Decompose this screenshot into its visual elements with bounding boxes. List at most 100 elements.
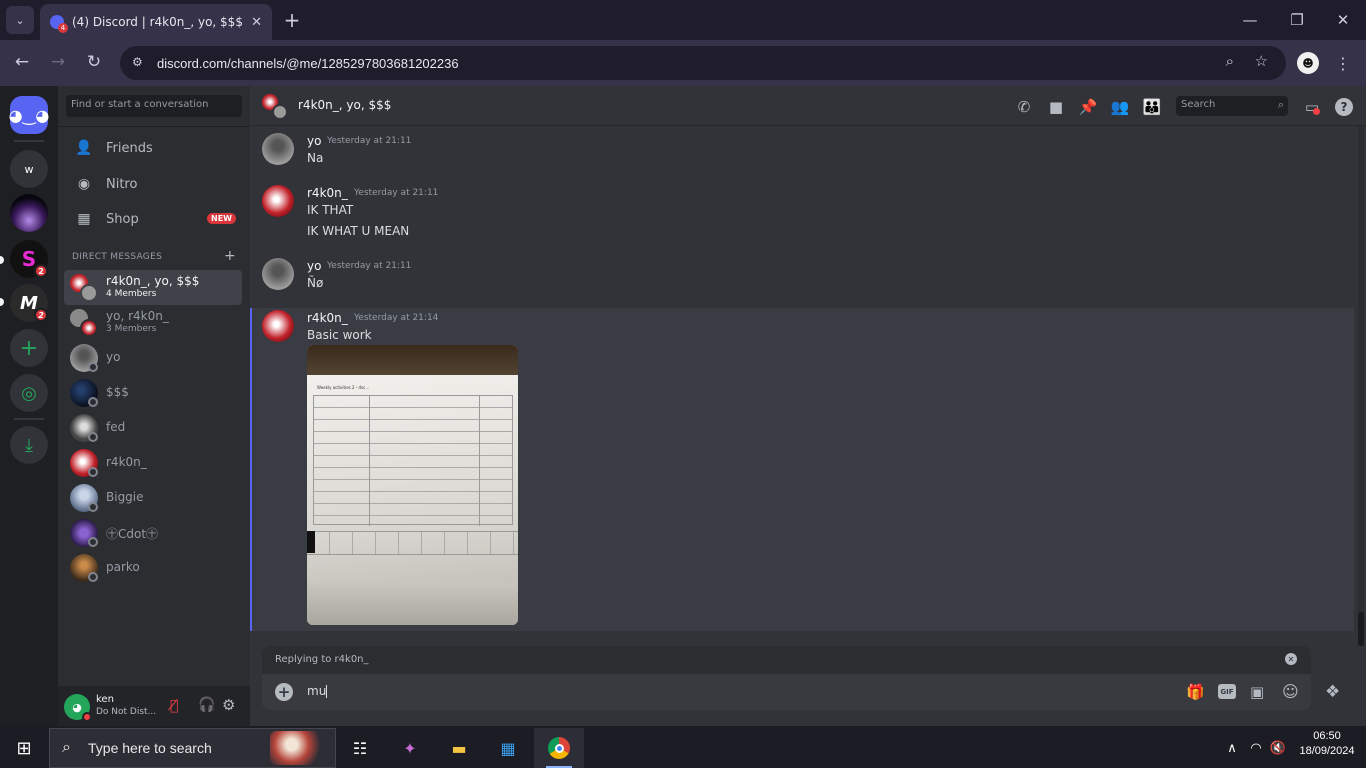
- nav-label: Nitro: [106, 176, 138, 192]
- discord-home-button[interactable]: ◕‿◕: [8, 96, 50, 134]
- address-bar[interactable]: ⚙ discord.com/channels/@me/1285297803681…: [120, 46, 1286, 80]
- taskbar-search-placeholder: Type here to search: [88, 740, 212, 756]
- gif-icon: GIF: [1220, 687, 1234, 696]
- server-icon-s[interactable]: S 2: [10, 240, 48, 278]
- help-button[interactable]: ?: [1333, 96, 1355, 118]
- restore-button[interactable]: ❐: [1283, 6, 1311, 34]
- emoji-button[interactable]: ☺: [1282, 682, 1299, 701]
- copilot-button[interactable]: ✦: [398, 736, 422, 760]
- minimize-button[interactable]: —: [1236, 6, 1264, 34]
- dm-item-biggie[interactable]: Biggie: [64, 480, 242, 515]
- dm-item-money[interactable]: $$$: [64, 375, 242, 410]
- dm-item-parko[interactable]: parko: [64, 550, 242, 585]
- dm-item-group[interactable]: r4k0n_, yo, $$$ 4 Members: [64, 270, 242, 305]
- table-col: [479, 396, 480, 526]
- plus-icon: +: [283, 8, 301, 32]
- new-tab-button[interactable]: +: [278, 6, 306, 34]
- image-attachment[interactable]: Weekly activities 2 - dsc...: [307, 345, 518, 625]
- browser-tab-active[interactable]: 4 (4) Discord | r4k0n_, yo, $$$ ✕: [40, 4, 272, 40]
- message-author[interactable]: r4k0n_: [307, 186, 348, 200]
- friends-icon: 👤: [75, 140, 93, 156]
- gift-button[interactable]: 🎁: [1186, 683, 1205, 701]
- site-info-icon[interactable]: ⚙: [132, 55, 143, 69]
- dm-item-group2[interactable]: yo, r4k0n_ 3 Members: [64, 305, 242, 340]
- message-author[interactable]: yo: [307, 134, 321, 148]
- sticker-button[interactable]: ▣: [1250, 683, 1264, 701]
- settings-button[interactable]: ⚙: [222, 696, 235, 714]
- message-avatar[interactable]: [262, 185, 294, 217]
- mute-button[interactable]: 🎙̸: [170, 698, 178, 714]
- add-server-button[interactable]: +: [10, 329, 48, 367]
- scrollbar-track[interactable]: [1358, 126, 1364, 646]
- server-icon-purple[interactable]: [10, 194, 48, 232]
- user-name: ken: [96, 694, 114, 705]
- upload-button[interactable]: +: [275, 683, 293, 701]
- nav-nitro[interactable]: ◉ Nitro: [66, 168, 242, 200]
- pinned-messages-button[interactable]: 📌: [1077, 96, 1099, 118]
- forward-button[interactable]: →: [44, 48, 72, 76]
- taskbar-search[interactable]: ⌕ Type here to search: [49, 728, 336, 768]
- dm-name: yo, r4k0n_: [106, 309, 169, 323]
- reload-button[interactable]: ↻: [80, 48, 108, 76]
- deafen-button[interactable]: 🎧: [198, 697, 215, 713]
- inbox-button[interactable]: ▭: [1301, 96, 1323, 118]
- dm-item-yo[interactable]: yo: [64, 340, 242, 375]
- create-dm-button[interactable]: +: [224, 248, 236, 264]
- clock[interactable]: 06:50 18/09/2024: [1296, 730, 1358, 757]
- member-list-button[interactable]: 👪: [1141, 96, 1163, 118]
- message-avatar[interactable]: [262, 133, 294, 165]
- bookmark-star-icon[interactable]: ☆: [1255, 52, 1268, 70]
- find-conversation-input[interactable]: Find or start a conversation: [66, 95, 242, 117]
- message-timestamp: Yesterday at 21:11: [354, 188, 439, 198]
- voice-call-button[interactable]: ✆: [1013, 96, 1035, 118]
- start-button[interactable]: ⊞: [12, 736, 36, 760]
- video-call-button[interactable]: ■: [1045, 96, 1067, 118]
- nav-label: Friends: [106, 140, 153, 156]
- show-hidden-icons-button[interactable]: ∧: [1220, 736, 1244, 760]
- profile-avatar[interactable]: ☻: [1297, 52, 1319, 74]
- discord-logo-icon: ◕‿◕: [8, 105, 50, 125]
- video-camera-icon: ■: [1048, 98, 1064, 116]
- cancel-reply-button[interactable]: ✕: [1285, 653, 1297, 665]
- nav-friends[interactable]: 👤 Friends: [66, 132, 242, 164]
- chrome-taskbar-item[interactable]: [534, 728, 584, 768]
- dnd-status-icon: [82, 712, 92, 722]
- message-input[interactable]: mu: [307, 684, 1167, 702]
- browser-menu-button[interactable]: ⋮: [1329, 49, 1357, 77]
- apps-button[interactable]: ❖: [1325, 682, 1340, 702]
- discover-button[interactable]: ◎: [10, 374, 48, 412]
- volume-button[interactable]: 🔇: [1266, 736, 1290, 760]
- task-view-button[interactable]: ☷: [348, 736, 372, 760]
- gif-button[interactable]: GIF: [1218, 684, 1236, 699]
- file-explorer-button[interactable]: ▬: [447, 736, 471, 760]
- nav-shop[interactable]: ▦ Shop NEW: [66, 203, 242, 235]
- task-view-icon: ☷: [352, 738, 368, 758]
- back-button[interactable]: ←: [8, 48, 36, 76]
- arrow-right-icon: →: [50, 52, 66, 72]
- store-icon: ▦: [500, 738, 516, 758]
- clock-date: 18/09/2024: [1299, 745, 1355, 757]
- message-author[interactable]: r4k0n_: [307, 311, 348, 325]
- url-text: discord.com/channels/@me/128529780368120…: [157, 55, 459, 71]
- dm-name: ㊉Cdot㊉: [106, 527, 159, 541]
- server-w[interactable]: w: [10, 150, 48, 188]
- close-tab-icon[interactable]: ✕: [251, 15, 262, 30]
- store-button[interactable]: ▦: [496, 736, 520, 760]
- tab-search-button[interactable]: ⌄: [6, 6, 34, 34]
- dm-item-cdot[interactable]: ㊉Cdot㊉: [64, 515, 242, 550]
- channel-search-input[interactable]: Search ⌕: [1176, 96, 1288, 116]
- message-avatar[interactable]: [262, 258, 294, 290]
- dm-item-fed[interactable]: fed: [64, 410, 242, 445]
- message-author[interactable]: yo: [307, 259, 321, 273]
- server-icon-m[interactable]: M 2: [10, 284, 48, 322]
- zoom-icon[interactable]: ⌕: [1226, 53, 1234, 70]
- download-apps-button[interactable]: ⤓: [10, 426, 48, 464]
- add-friends-to-dm-button[interactable]: 👥: [1109, 96, 1131, 118]
- browser-tab-bar: ⌄ 4 (4) Discord | r4k0n_, yo, $$$ ✕ + — …: [0, 0, 1366, 40]
- close-window-button[interactable]: ✕: [1329, 6, 1357, 34]
- windows-logo-icon: ⊞: [16, 737, 32, 759]
- message-avatar[interactable]: [262, 310, 294, 342]
- dm-item-r4k0n[interactable]: r4k0n_: [64, 445, 242, 480]
- scrollbar-thumb[interactable]: [1358, 612, 1364, 646]
- network-button[interactable]: ◠: [1244, 736, 1268, 760]
